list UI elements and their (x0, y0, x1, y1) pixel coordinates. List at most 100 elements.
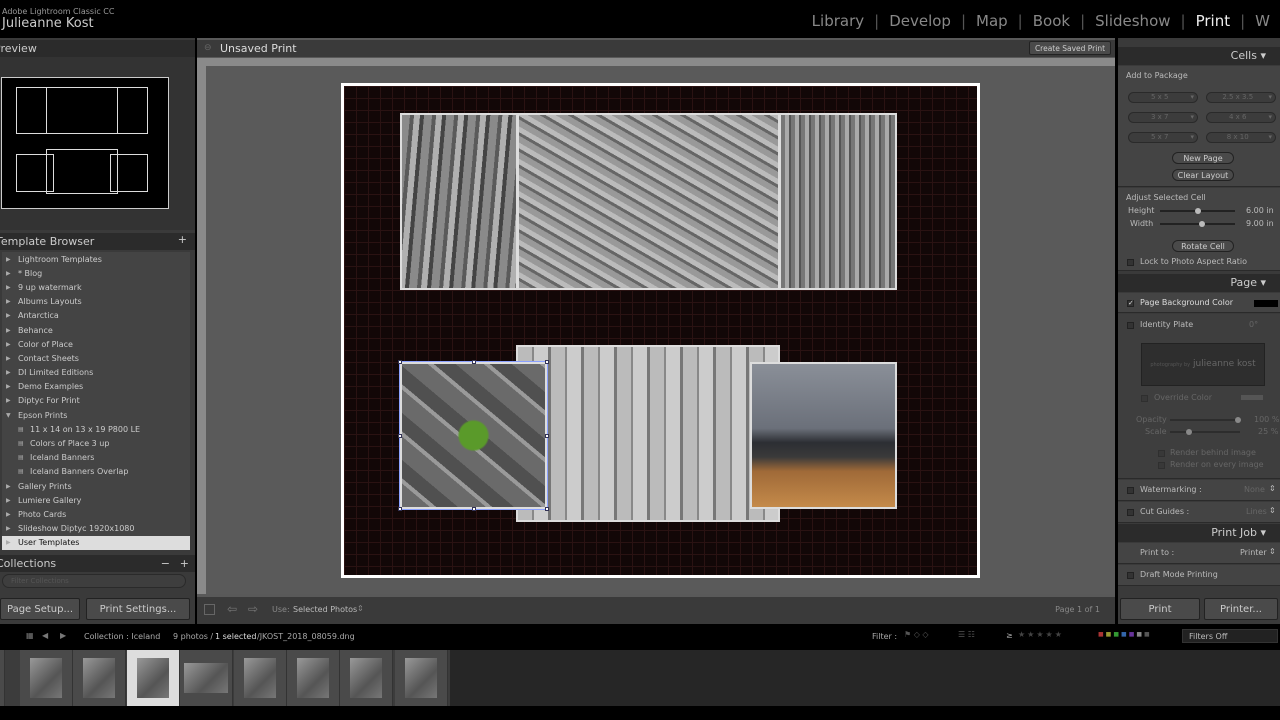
page-bg-color-swatch[interactable] (1254, 300, 1278, 307)
template-icon[interactable]: ▤ (18, 468, 25, 475)
star-rating-filter[interactable]: ★★★★★ (1018, 630, 1064, 639)
collapsed-triangle-icon[interactable]: ▶ (6, 284, 13, 291)
package-size-4[interactable]: 5 x 7 ▾ (1128, 132, 1198, 143)
photo-cell[interactable] (779, 113, 897, 290)
collection-source[interactable]: Collection : Iceland (84, 632, 160, 641)
page-header[interactable]: Page ▾ (1118, 274, 1280, 292)
identity-plate-checkbox[interactable] (1127, 322, 1134, 329)
height-value[interactable]: 6.00 in (1246, 206, 1274, 215)
add-collection-icon[interactable]: + (180, 557, 189, 570)
height-slider-knob[interactable] (1195, 208, 1201, 214)
package-size-0[interactable]: 5 x 5 ▾ (1128, 92, 1198, 103)
template-item[interactable]: ▶ Color of Place (2, 337, 190, 351)
template-item[interactable]: ▶ Contact Sheets (2, 351, 190, 365)
override-color-swatch[interactable] (1241, 395, 1263, 400)
resize-handle[interactable] (545, 360, 549, 364)
filmstrip-thumbnail[interactable] (0, 650, 5, 706)
opacity-slider[interactable] (1170, 417, 1241, 423)
edit-filter-icons[interactable]: ☰ ☷ (958, 630, 975, 639)
color-label-filter[interactable]: ■■■■■■■ (1098, 631, 1152, 638)
collapsed-triangle-icon[interactable]: ▶ (6, 341, 13, 348)
print-job-header[interactable]: Print Job ▾ (1118, 524, 1280, 542)
collapsed-triangle-icon[interactable]: ▶ (6, 539, 13, 546)
module-library[interactable]: Library (802, 12, 874, 30)
preview-header[interactable]: Preview (0, 40, 195, 57)
filmstrip-thumbnail[interactable] (180, 650, 233, 706)
collapsed-triangle-icon[interactable]: ▶ (6, 369, 13, 376)
collapsed-triangle-icon[interactable]: ▶ (6, 256, 13, 263)
remove-collection-icon[interactable]: − (161, 557, 170, 570)
watermarking-checkbox[interactable] (1127, 487, 1134, 494)
template-item[interactable]: ▶ 9 up watermark (2, 280, 190, 294)
module-map[interactable]: Map (966, 12, 1018, 30)
resize-handle[interactable] (545, 507, 549, 511)
new-page-button[interactable]: New Page (1172, 152, 1234, 164)
template-item[interactable]: ▤ Iceland Banners Overlap (2, 465, 190, 479)
previous-page-icon[interactable]: ⇦ (227, 602, 237, 616)
template-item[interactable]: ▶ Albums Layouts (2, 295, 190, 309)
filename[interactable]: /JKOST_2018_08059.dng (257, 632, 355, 641)
template-browser-header[interactable]: Template Browser + (0, 233, 195, 250)
width-value[interactable]: 9.00 in (1246, 219, 1274, 228)
print-settings-button[interactable]: Print Settings... (86, 598, 190, 620)
collections-search-input[interactable]: Filter Collections (2, 574, 186, 588)
printer-button[interactable]: Printer... (1204, 598, 1278, 620)
back-arrow-icon[interactable]: ◀ (42, 631, 48, 640)
template-item[interactable]: ▼ Epson Prints (2, 408, 190, 422)
template-item[interactable]: ▶ User Templates (2, 535, 190, 550)
collapsed-triangle-icon[interactable]: ▶ (6, 355, 13, 362)
template-item[interactable]: ▶ Photo Cards (2, 507, 190, 521)
collapsed-triangle-icon[interactable]: ▶ (6, 298, 13, 305)
template-item[interactable]: ▤ 11 x 14 on 13 x 19 P800 LE (2, 422, 190, 436)
scale-slider[interactable] (1170, 429, 1240, 435)
template-item[interactable]: ▶ Slideshow Diptyc 1920x1080 (2, 522, 190, 536)
photo-cell-selected[interactable] (398, 360, 549, 511)
photo-cell[interactable] (750, 362, 897, 509)
filter-preset-select[interactable]: Filters Off (1182, 629, 1278, 643)
scale-knob[interactable] (1186, 429, 1192, 435)
rotate-cell-button[interactable]: Rotate Cell (1172, 240, 1234, 252)
collapsed-triangle-icon[interactable]: ▶ (6, 483, 13, 490)
use-select[interactable]: Selected Photos (293, 605, 357, 614)
width-slider-knob[interactable] (1198, 221, 1205, 227)
collapsed-triangle-icon[interactable]: ▶ (6, 312, 13, 319)
identity-plate-preview[interactable]: photography by julieanne kost (1141, 343, 1265, 386)
resize-handle[interactable] (472, 507, 476, 511)
template-item[interactable]: ▶ Lumiere Gallery (2, 493, 190, 507)
template-icon[interactable]: ▤ (18, 426, 25, 433)
resize-handle[interactable] (472, 360, 476, 364)
resize-handle[interactable] (545, 434, 549, 438)
template-item[interactable]: ▶ Diptyc For Print (2, 394, 190, 408)
print-button[interactable]: Print (1120, 598, 1200, 620)
photo-cell[interactable] (517, 113, 780, 290)
template-icon[interactable]: ▤ (18, 454, 25, 461)
scale-value[interactable]: 25 % (1258, 427, 1278, 436)
filmstrip-thumbnail[interactable] (340, 650, 393, 706)
collapsed-triangle-icon[interactable]: ▶ (6, 511, 13, 518)
draft-mode-checkbox[interactable] (1127, 572, 1134, 579)
module-book[interactable]: Book (1023, 12, 1080, 30)
height-slider[interactable] (1160, 208, 1235, 214)
template-item[interactable]: ▶ Demo Examples (2, 380, 190, 394)
module-w[interactable]: W (1245, 12, 1280, 30)
print-to-select[interactable]: Printer (1240, 548, 1267, 557)
lock-aspect-checkbox[interactable] (1127, 259, 1134, 266)
photo-cell[interactable] (516, 345, 780, 522)
cut-guides-select[interactable]: Lines (1246, 507, 1267, 516)
collapsed-triangle-icon[interactable]: ▶ (6, 270, 13, 277)
template-item[interactable]: ▶ Antarctica (2, 309, 190, 323)
page-bg-checkbox[interactable]: ✓ (1127, 300, 1134, 307)
template-item[interactable]: ▶ Lightroom Templates (2, 252, 190, 266)
template-icon[interactable]: ▤ (18, 440, 25, 447)
module-print[interactable]: Print (1186, 12, 1241, 30)
photo-cell[interactable] (400, 113, 518, 290)
template-item[interactable]: ▶ * Blog (2, 266, 190, 280)
resize-handle[interactable] (398, 360, 402, 364)
cells-header[interactable]: Cells ▾ (1118, 47, 1280, 65)
filmstrip-thumbnail[interactable] (234, 650, 287, 706)
page-setup-button[interactable]: Page Setup... (0, 598, 80, 620)
add-template-icon[interactable]: + (178, 233, 187, 246)
template-item[interactable]: ▶ Behance (2, 323, 190, 337)
template-item[interactable]: ▤ Colors of Place 3 up (2, 436, 190, 450)
collapsed-triangle-icon[interactable]: ▶ (6, 327, 13, 334)
